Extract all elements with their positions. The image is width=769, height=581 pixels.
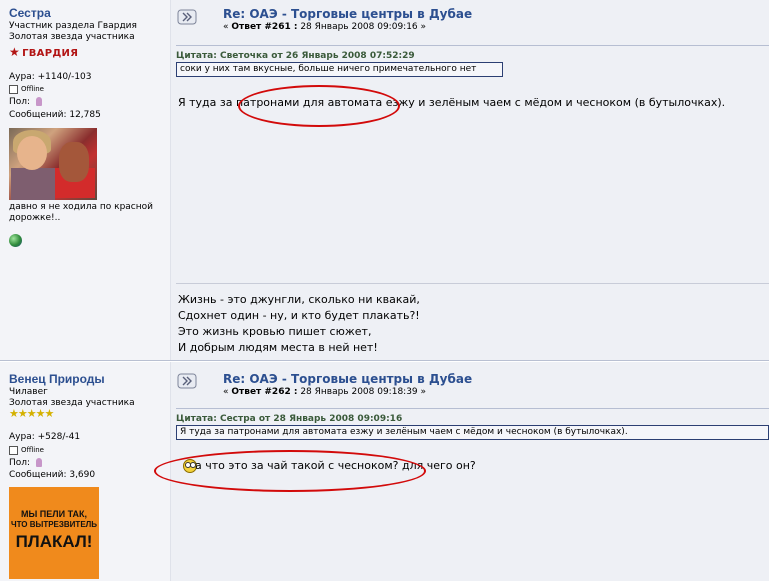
- online-status: Offline: [9, 84, 44, 95]
- quote-header[interactable]: Цитата: Светочка от 26 Январь 2008 07:52…: [176, 51, 415, 61]
- author-sidebar: Венец Природы Чилавег Золотая звезда уча…: [0, 362, 171, 581]
- author-name[interactable]: Венец Природы: [9, 372, 105, 386]
- avatar: [9, 128, 97, 200]
- divider: [176, 408, 769, 409]
- signature-line-1: Жизнь - это джунгли, сколько ни квакай,: [178, 293, 420, 306]
- author-aura: Аура: +528/-41: [9, 432, 81, 442]
- rank-stars-icon: ★★★★★: [9, 407, 54, 420]
- online-status: Offline: [9, 445, 44, 456]
- author-role: Чилавег: [9, 387, 48, 397]
- signature-line-2: Сдохнет один - ну, и кто будет плакать?!: [178, 309, 420, 322]
- highlight-ellipse: [238, 85, 400, 127]
- forum-post-262: Венец Природы Чилавег Золотая звезда уча…: [0, 362, 769, 581]
- female-icon: [36, 458, 43, 467]
- highlight-ellipse: [154, 450, 426, 492]
- author-side-signature: давно я не ходила по красной дорожке!..: [9, 202, 153, 223]
- status-checkbox-icon: [9, 445, 18, 455]
- quote-box: соки у них там вкусные, больше ничего пр…: [176, 62, 503, 77]
- status-checkbox-icon: [9, 84, 18, 94]
- post-meta: « Ответ #262 : 28 Январь 2008 09:18:39 »: [223, 387, 427, 397]
- author-messages: Сообщений: 3,690: [9, 470, 96, 480]
- post-title[interactable]: Re: ОАЭ - Торговые центры в Дубае: [223, 372, 472, 386]
- quote-header[interactable]: Цитата: Сестра от 28 Январь 2008 09:09:1…: [176, 414, 402, 424]
- author-gender: Пол:: [9, 458, 43, 468]
- reply-number[interactable]: Ответ #261 :: [231, 22, 297, 32]
- signature-line-3: Это жизнь кровью пишет сюжет,: [178, 325, 372, 338]
- author-sidebar: Сестра Участник раздела Гвардия Золотая …: [0, 0, 171, 361]
- topic-icon: [177, 9, 197, 25]
- post-meta: « Ответ #261 : 28 Январь 2008 09:09:16 »: [223, 22, 427, 32]
- signature-line-4: И добрым людям места в ней нет!: [178, 341, 378, 354]
- author-aura: Аура: +1140/-103: [9, 72, 92, 82]
- author-rank: Золотая звезда участника: [9, 32, 135, 42]
- author-role: Участник раздела Гвардия: [9, 21, 137, 31]
- website-globe-icon[interactable]: [9, 234, 22, 247]
- divider: [176, 45, 769, 46]
- signature-divider: [176, 283, 769, 284]
- topic-icon: [177, 373, 197, 389]
- author-gender: Пол:: [9, 97, 43, 107]
- quote-box: Я туда за патронами для автомата езжу и …: [176, 425, 769, 440]
- post-title[interactable]: Re: ОАЭ - Торговые центры в Дубае: [223, 7, 472, 21]
- female-icon: [36, 97, 43, 106]
- author-name[interactable]: Сестра: [9, 6, 51, 20]
- post-content: Re: ОАЭ - Торговые центры в Дубае « Отве…: [171, 0, 769, 361]
- avatar: МЫ ПЕЛИ ТАК, ЧТО ВЫТРЕЗВИТЕЛЬ ПЛАКАЛ!: [9, 487, 99, 579]
- guard-badge: ★ ГВАРДИЯ: [9, 45, 79, 59]
- forum-post-261: Сестра Участник раздела Гвардия Золотая …: [0, 0, 769, 361]
- author-messages: Сообщений: 12,785: [9, 110, 101, 120]
- star-icon: ★: [9, 45, 21, 59]
- reply-number[interactable]: Ответ #262 :: [231, 387, 297, 397]
